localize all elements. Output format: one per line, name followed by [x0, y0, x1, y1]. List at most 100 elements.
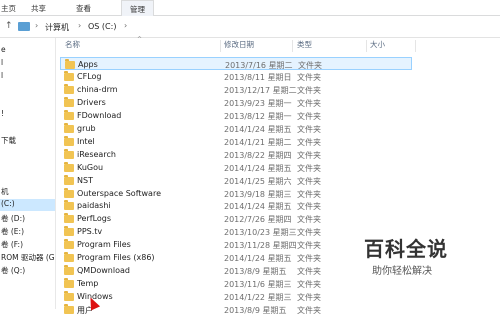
chevron-right-icon[interactable]: ›: [35, 21, 38, 30]
file-name: Program Files: [77, 240, 131, 250]
folder-icon: [64, 304, 74, 315]
column-divider[interactable]: [292, 40, 293, 52]
column-header-size[interactable]: 大小: [370, 39, 385, 53]
column-header-type[interactable]: 类型: [297, 39, 312, 53]
nav-item[interactable]: 卷 (F:): [0, 239, 23, 251]
table-row[interactable]: NST 2014/1/25 星期六 文件夹: [60, 174, 412, 187]
nav-item[interactable]: ROM 驱动器 (G: [0, 252, 55, 264]
nav-item-label: 机: [1, 187, 9, 196]
table-row[interactable]: Program Files 2013/11/28 星期四 文件夹: [60, 238, 412, 251]
nav-item[interactable]: [0, 174, 1, 186]
table-row[interactable]: Intel 2014/1/21 星期二 文件夹: [60, 135, 412, 148]
column-header-name[interactable]: 名称: [65, 39, 80, 53]
nav-item-label: 卷 (F:): [1, 240, 23, 249]
nav-item[interactable]: [0, 161, 1, 173]
file-type: 文件夹: [297, 163, 321, 173]
tab-view[interactable]: 查看: [76, 3, 91, 14]
folder-icon: [64, 226, 74, 237]
nav-item[interactable]: 卷 (Q:): [0, 265, 25, 277]
file-modified-date: 2014/1/24 星期五: [224, 202, 292, 212]
file-modified-date: 2012/7/26 星期四: [224, 215, 292, 225]
file-name: Temp: [77, 279, 99, 289]
table-row[interactable]: Drivers 2013/9/23 星期一 文件夹: [60, 96, 412, 109]
table-row[interactable]: 用户 2013/8/9 星期五 文件夹: [60, 303, 412, 316]
table-row[interactable]: paidashi 2014/1/24 星期五 文件夹: [60, 199, 412, 212]
chevron-right-icon[interactable]: ›: [78, 21, 81, 30]
nav-item[interactable]: e: [0, 45, 6, 57]
table-row[interactable]: Windows 2014/1/22 星期三 文件夹: [60, 290, 412, 303]
file-modified-date: 2014/1/21 星期二: [224, 137, 292, 147]
file-modified-date: 2013/8/12 星期一: [224, 111, 292, 121]
file-type: 文件夹: [297, 85, 321, 95]
tab-manage-label: 管理: [130, 5, 145, 14]
nav-item[interactable]: [0, 97, 1, 109]
table-row[interactable]: PerfLogs 2012/7/26 星期四 文件夹: [60, 212, 412, 225]
table-row[interactable]: Outerspace Software 2013/9/18 星期三 文件夹: [60, 187, 412, 200]
table-row[interactable]: PPS.tv 2013/10/23 星期三 文件夹: [60, 225, 412, 238]
tab-home[interactable]: 主页: [1, 3, 16, 14]
nav-item[interactable]: !: [0, 109, 4, 121]
folder-icon: [64, 83, 74, 94]
address-bar[interactable]: ↑ › 计算机 › OS (C:) ›: [0, 17, 500, 38]
folder-icon: [64, 174, 74, 185]
nav-item[interactable]: l: [0, 58, 3, 70]
folder-icon: [64, 161, 74, 172]
up-arrow-icon[interactable]: ↑: [5, 21, 13, 31]
folder-icon: [64, 200, 74, 211]
nav-item[interactable]: 下载: [0, 135, 16, 147]
nav-item[interactable]: [0, 148, 1, 160]
column-divider[interactable]: [220, 40, 221, 52]
nav-item-label: l: [1, 71, 4, 80]
nav-item[interactable]: l: [0, 71, 3, 83]
folder-icon: [64, 291, 74, 302]
table-row[interactable]: Temp 2013/11/6 星期三 文件夹: [60, 277, 412, 290]
file-name: iResearch: [77, 149, 116, 159]
table-row[interactable]: grub 2014/1/24 星期五 文件夹: [60, 122, 412, 135]
file-type: 文件夹: [297, 176, 321, 186]
nav-item[interactable]: [0, 84, 1, 96]
file-modified-date: 2013/12/17 星期二: [224, 85, 297, 95]
file-type: 文件夹: [297, 215, 321, 225]
folder-icon: [64, 278, 74, 289]
nav-item[interactable]: 卷 (D:): [0, 213, 25, 225]
breadcrumb-drive[interactable]: OS (C:): [88, 22, 116, 31]
ribbon-tab-bar: 主页 共享 查看 管理: [0, 0, 500, 16]
table-row[interactable]: QMDownload 2013/8/9 星期五 文件夹: [60, 264, 412, 277]
folder-icon: [64, 148, 74, 159]
nav-item-label: [0, 84, 1, 93]
folder-icon: [64, 70, 74, 81]
column-divider[interactable]: [366, 40, 367, 52]
table-row[interactable]: iResearch 2013/8/22 星期四 文件夹: [60, 148, 412, 161]
tab-manage[interactable]: 管理: [121, 0, 154, 16]
file-modified-date: 2013/9/23 星期一: [224, 98, 292, 108]
nav-item-label: [0, 148, 1, 157]
table-row[interactable]: china-drm 2013/12/17 星期二 文件夹: [60, 83, 412, 96]
tab-share[interactable]: 共享: [31, 3, 46, 14]
nav-item-label: 卷 (D:): [1, 214, 26, 223]
table-row[interactable]: Program Files (x86) 2014/1/24 星期五 文件夹: [60, 251, 412, 264]
table-row[interactable]: Apps 2013/7/16 星期二 文件夹: [60, 57, 412, 70]
file-name: paidashi: [77, 201, 111, 211]
nav-item[interactable]: (C:): [0, 199, 55, 211]
file-name: CFLog: [77, 71, 102, 81]
nav-item-label: 卷 (Q:): [1, 266, 26, 275]
folder-icon: [64, 96, 74, 107]
table-row[interactable]: KuGou 2014/1/24 星期五 文件夹: [60, 161, 412, 174]
breadcrumb-computer[interactable]: 计算机: [45, 22, 69, 33]
file-name: PPS.tv: [77, 227, 103, 237]
nav-item[interactable]: 卷 (E:): [0, 226, 24, 238]
file-name: NST: [77, 175, 93, 185]
table-row[interactable]: FDownload 2013/8/12 星期一 文件夹: [60, 109, 412, 122]
file-modified-date: 2013/11/6 星期三: [224, 280, 292, 290]
file-modified-date: 2013/8/22 星期四: [224, 150, 292, 160]
nav-item-label: !: [1, 109, 5, 118]
navigation-pane: e l l! 下载机 (C:) 卷 (D:) 卷 (E:) 卷 (F:) ROM 驱动器 (G 卷…: [0, 38, 56, 309]
column-header-date[interactable]: 修改日期: [224, 39, 254, 53]
column-divider[interactable]: [415, 40, 416, 52]
folder-icon: [64, 252, 74, 263]
nav-item[interactable]: 机: [0, 186, 9, 198]
table-row[interactable]: CFLog 2013/8/11 星期日 文件夹: [60, 70, 412, 83]
nav-item[interactable]: [0, 122, 1, 134]
file-name: Intel: [77, 136, 95, 146]
chevron-right-icon[interactable]: ›: [124, 21, 127, 30]
